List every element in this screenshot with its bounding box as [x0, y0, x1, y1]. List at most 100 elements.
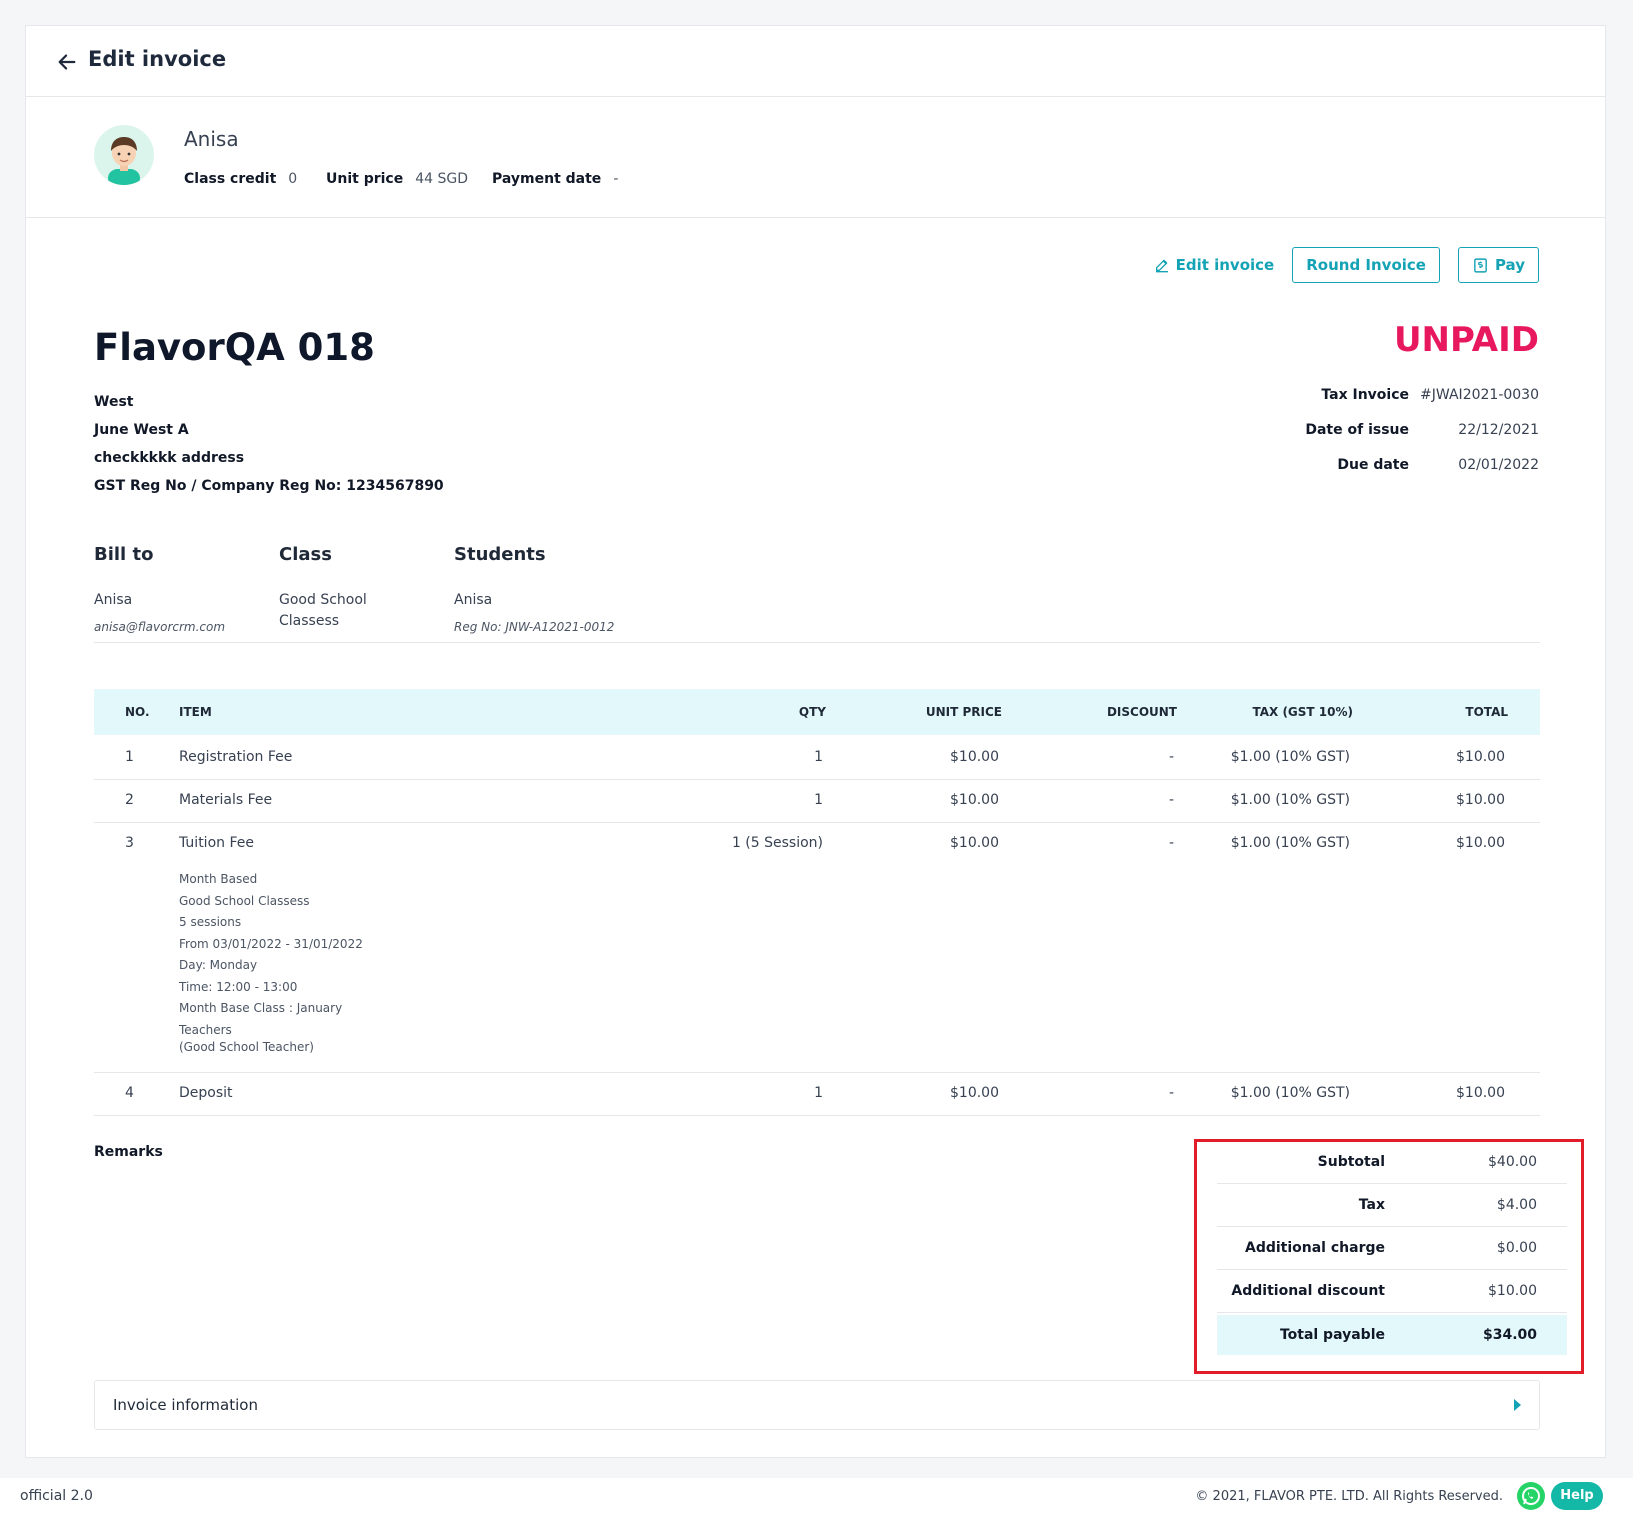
caret-right-icon: [1514, 1399, 1521, 1411]
row-no: 3: [125, 835, 134, 851]
subtotal-row: Subtotal $40.00: [1217, 1142, 1567, 1184]
row-qty: 1: [814, 749, 823, 765]
row-unit-price: $10.00: [950, 749, 999, 765]
row-divider: [94, 1072, 1540, 1073]
company-reg-number: GST Reg No / Company Reg No: 1234567890: [94, 478, 444, 494]
row-qty: 1: [814, 1085, 823, 1101]
additional-discount-row: Additional discount $10.00: [1217, 1271, 1567, 1313]
subtotal-value: $40.00: [1488, 1154, 1537, 1170]
row-item: Materials Fee: [179, 792, 273, 808]
unit-price-label: Unit price: [326, 171, 404, 187]
unit-price: Unit price 44 SGD: [326, 171, 468, 187]
tuition-detail-line: 5 sessions: [179, 915, 242, 929]
version-label: official 2.0: [20, 1488, 93, 1504]
due-date-label: Due date: [1337, 457, 1409, 473]
col-total: TOTAL: [1465, 705, 1508, 719]
additional-charge-value: $0.00: [1496, 1240, 1537, 1256]
student-profile: Anisa Class credit 0 Unit price 44 SGD Pay…: [26, 97, 1605, 218]
row-tax: $1.00 (10% GST): [1230, 835, 1350, 851]
col-discount: DISCOUNT: [1106, 705, 1177, 719]
invoice-actions: Edit invoice Round Invoice Pay: [1154, 247, 1539, 283]
row-total: $10.00: [1456, 1085, 1505, 1101]
row-tax: $1.00 (10% GST): [1230, 749, 1350, 765]
receipt-dollar-icon: [1474, 257, 1487, 273]
row-no: 4: [125, 1085, 134, 1101]
col-unit-price: UNIT PRICE: [925, 705, 1002, 719]
edit-invoice-label: Edit invoice: [1175, 256, 1275, 274]
row-discount: -: [1168, 835, 1174, 851]
totals-summary: Subtotal $40.00 Tax $4.00 Additional cha…: [1194, 1139, 1584, 1374]
row-total: $10.00: [1456, 792, 1505, 808]
row-item: Registration Fee: [179, 749, 293, 765]
pencil-icon: [1155, 259, 1168, 273]
subtotal-label: Subtotal: [1317, 1154, 1385, 1170]
row-tax: $1.00 (10% GST): [1230, 792, 1350, 808]
additional-charge-label: Additional charge: [1244, 1240, 1385, 1256]
row-item: Tuition Fee: [179, 835, 254, 851]
payment-date: Payment date -: [492, 171, 618, 187]
page-header: Edit invoice: [26, 26, 1605, 97]
total-payable-value: $34.00: [1482, 1327, 1537, 1343]
students-heading: Students: [454, 544, 546, 565]
back-arrow-icon[interactable]: [56, 51, 78, 73]
bill-to-heading: Bill to: [94, 544, 154, 565]
payment-date-value: -: [613, 171, 619, 187]
row-discount: -: [1168, 792, 1174, 808]
invoice-information-toggle[interactable]: Invoice information: [94, 1380, 1540, 1430]
invoice-card: Edit invoice Anisa Class credit 0 Unit pr…: [25, 25, 1606, 1458]
round-invoice-button[interactable]: Round Invoice: [1292, 247, 1440, 283]
additional-discount-label: Additional discount: [1231, 1283, 1385, 1299]
row-discount: -: [1168, 749, 1174, 765]
avatar-icon: [108, 137, 140, 185]
bill-to-email: anisa@flavorcrm.com: [94, 620, 226, 634]
tax-invoice-row: Tax Invoice #JWAI2021-0030: [1299, 387, 1539, 403]
pay-button[interactable]: Pay: [1457, 247, 1539, 283]
section-divider: [94, 642, 1540, 643]
tax-label: Tax: [1358, 1197, 1385, 1213]
row-qty: 1: [814, 792, 823, 808]
footer: official 2.0 © 2021, FLAVOR PTE. LTD. Al…: [0, 1478, 1633, 1516]
date-of-issue-value: 22/12/2021: [1458, 422, 1539, 438]
bill-to-name: Anisa: [94, 592, 133, 608]
class-credit-label: Class credit: [184, 171, 277, 187]
tax-invoice-number: #JWAI2021-0030: [1420, 387, 1539, 403]
row-unit-price: $10.00: [950, 835, 999, 851]
tuition-details: Month Based Good School Classess 5 sessi…: [179, 869, 363, 1059]
whatsapp-button[interactable]: [1517, 1482, 1545, 1510]
row-qty: 1 (5 Session): [731, 835, 823, 851]
additional-charge-row: Additional charge $0.00: [1217, 1228, 1567, 1270]
col-item: ITEM: [179, 705, 212, 719]
tuition-detail-line: From 03/01/2022 - 31/01/2022: [179, 936, 363, 951]
due-date-row: Due date 02/01/2022: [1299, 457, 1539, 473]
tuition-detail-line: Month Based: [179, 872, 258, 886]
total-payable-row: Total payable $34.00: [1217, 1315, 1567, 1355]
edit-invoice-button[interactable]: Edit invoice: [1154, 248, 1275, 282]
page-title: Edit invoice: [88, 47, 227, 71]
row-discount: -: [1168, 1085, 1174, 1101]
date-of-issue-row: Date of issue 22/12/2021: [1299, 422, 1539, 438]
tax-invoice-label: Tax Invoice: [1321, 387, 1409, 403]
tuition-detail-line: (Good School Teacher): [179, 1040, 314, 1054]
row-total: $10.00: [1456, 749, 1505, 765]
invoice-information-label: Invoice information: [113, 1396, 258, 1414]
unit-price-value: 44 SGD: [415, 171, 468, 187]
class-name-line: Classess: [279, 613, 340, 629]
tuition-detail-line: Day: Monday: [179, 958, 258, 972]
company-address-line: checkkkkk address: [94, 450, 245, 466]
row-tax: $1.00 (10% GST): [1230, 1085, 1350, 1101]
row-divider: [94, 779, 1540, 780]
copyright-text: © 2021, FLAVOR PTE. LTD. All Rights Rese…: [1195, 1489, 1503, 1504]
col-no: NO.: [125, 705, 150, 719]
row-no: 2: [125, 792, 134, 808]
student-entry-name: Anisa: [454, 592, 493, 608]
company-address-line: West: [94, 394, 134, 410]
row-divider: [94, 1115, 1540, 1116]
class-credit: Class credit 0: [184, 171, 297, 187]
help-button[interactable]: Help: [1551, 1482, 1603, 1510]
tuition-detail-line: Time: 12:00 - 13:00: [179, 979, 298, 994]
whatsapp-icon: [1522, 1487, 1540, 1505]
tuition-detail-line: Good School Classess: [179, 893, 310, 908]
row-total: $10.00: [1456, 835, 1505, 851]
date-of-issue-label: Date of issue: [1305, 422, 1409, 438]
col-tax: TAX (GST 10%): [1252, 705, 1353, 719]
